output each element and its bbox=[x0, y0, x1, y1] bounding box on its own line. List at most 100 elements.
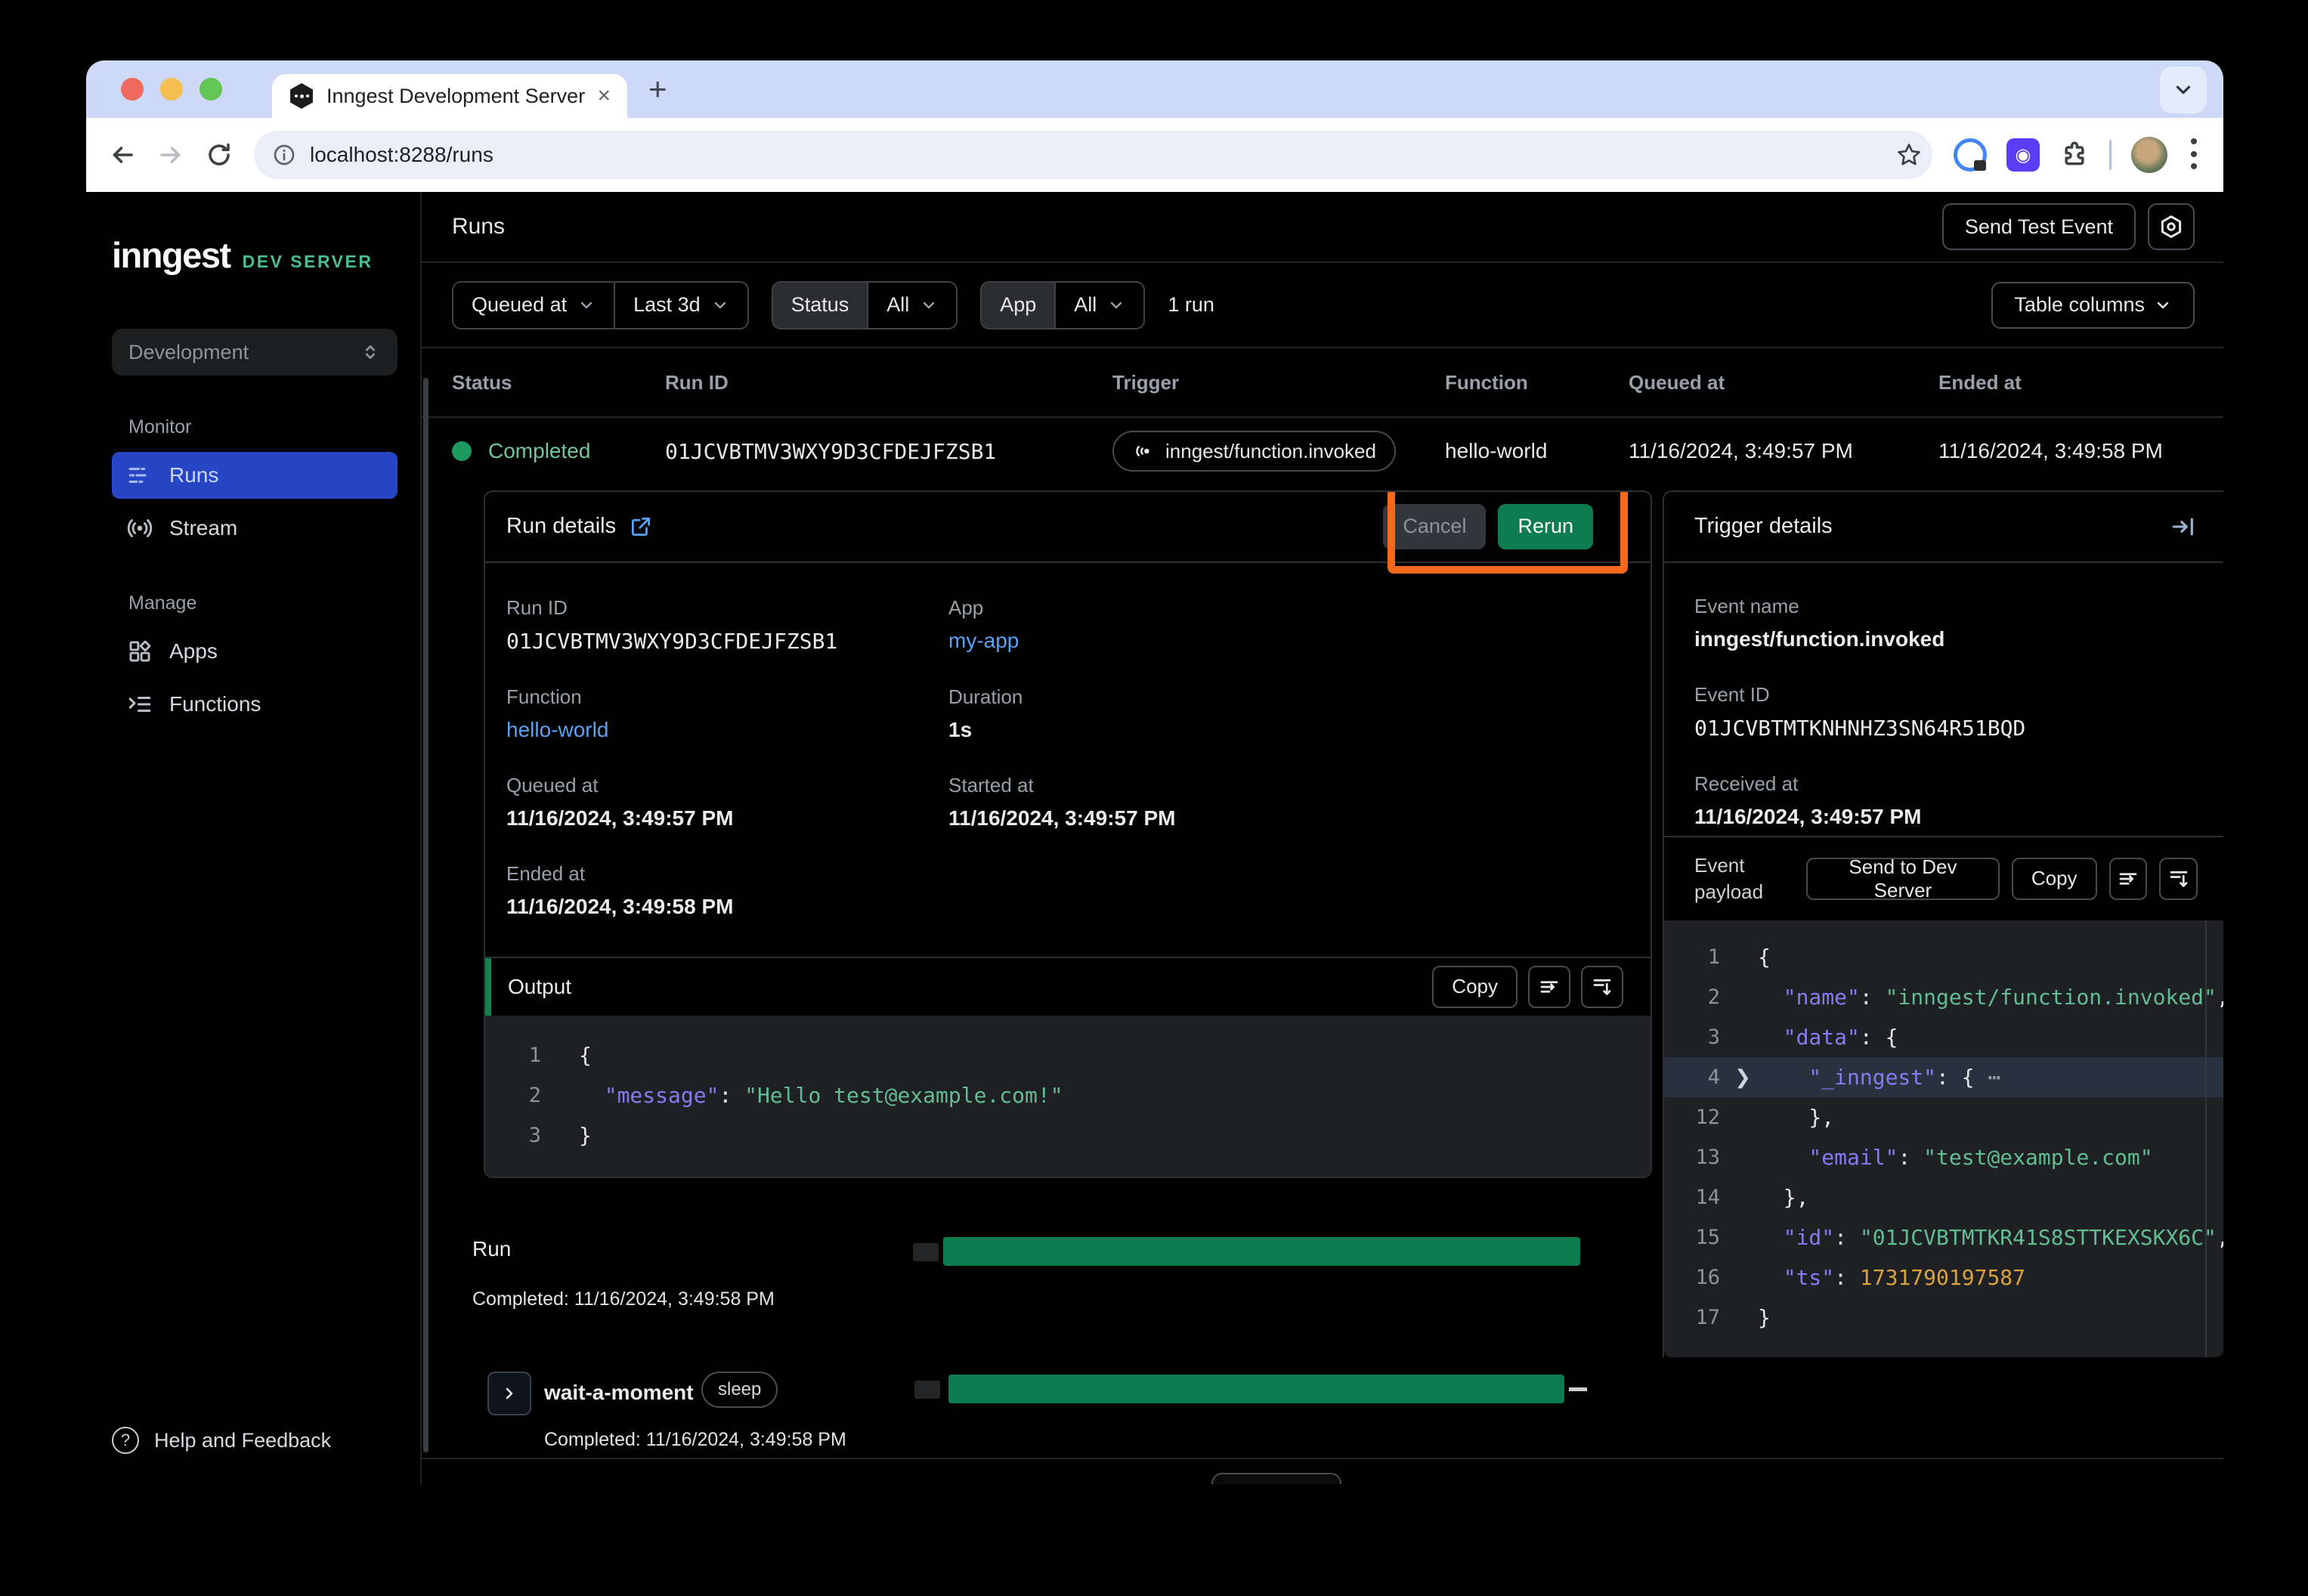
password-manager-extension-icon[interactable] bbox=[1954, 138, 1987, 172]
time-field-value: Queued at bbox=[472, 293, 567, 317]
field-queued-at: Queued at 11/16/2024, 3:49:57 PM bbox=[506, 774, 948, 830]
word-wrap-button[interactable] bbox=[1528, 966, 1570, 1008]
send-to-dev-server-button[interactable]: Send to Dev Server bbox=[1806, 858, 2000, 900]
status-filter[interactable]: Status All bbox=[772, 281, 958, 329]
tab-search-button[interactable] bbox=[2160, 66, 2207, 113]
forward-icon[interactable] bbox=[157, 141, 184, 169]
payload-copy-button[interactable]: Copy bbox=[2012, 858, 2097, 900]
url-bar[interactable]: localhost:8288/runs bbox=[254, 131, 1932, 179]
timeline-step-bar[interactable] bbox=[948, 1375, 1564, 1403]
toolbar-right: ◉ ••• bbox=[1954, 136, 2201, 174]
stream-broadcast-icon bbox=[127, 515, 153, 541]
purple-extension-icon[interactable]: ◉ bbox=[2006, 138, 2040, 172]
clipped-pagination-button[interactable] bbox=[1211, 1473, 1341, 1484]
bookmark-star-icon[interactable] bbox=[1896, 142, 1922, 168]
runs-list-icon bbox=[127, 462, 153, 488]
app-filter[interactable]: App All bbox=[980, 281, 1145, 329]
browser-menu-icon[interactable]: ••• bbox=[2187, 136, 2201, 174]
sidebar-item-functions[interactable]: Functions bbox=[112, 681, 398, 728]
collapse-panel-icon[interactable] bbox=[2170, 514, 2196, 540]
sidebar: inngest DEV SERVER Development Monitor R… bbox=[86, 192, 422, 1484]
output-code-editor[interactable]: 1{2 "message": "Hello test@example.com!"… bbox=[485, 1016, 1651, 1177]
col-function[interactable]: Function bbox=[1445, 371, 1629, 394]
chevron-down-icon bbox=[1107, 296, 1125, 314]
field-label: Duration bbox=[948, 685, 1629, 709]
cancel-button[interactable]: Cancel bbox=[1383, 504, 1486, 549]
sidebar-item-apps[interactable]: Apps bbox=[112, 628, 398, 675]
timeline-run-completed: Completed: 11/16/2024, 3:49:58 PM bbox=[472, 1288, 775, 1310]
trigger-pill[interactable]: inngest/function.invoked bbox=[1112, 431, 1396, 472]
payload-expand-button[interactable] bbox=[2159, 858, 2198, 900]
help-and-feedback[interactable]: ? Help and Feedback bbox=[112, 1427, 331, 1454]
reload-icon[interactable] bbox=[206, 141, 233, 169]
event-pulse-icon bbox=[1132, 440, 1155, 462]
run-details-card: Run details Cancel Rerun Run ID 01 bbox=[484, 490, 1652, 1178]
output-success-accent bbox=[485, 958, 491, 1016]
dev-server-badge: DEV SERVER bbox=[243, 252, 373, 272]
col-status[interactable]: Status bbox=[452, 371, 665, 394]
field-label: Function bbox=[506, 685, 948, 709]
profile-avatar[interactable] bbox=[2131, 137, 2167, 173]
sidebar-item-label: Stream bbox=[169, 516, 237, 540]
time-filter[interactable]: Queued at Last 3d bbox=[452, 281, 749, 329]
output-title: Output bbox=[508, 975, 571, 999]
field-value: 11/16/2024, 3:49:58 PM bbox=[506, 895, 948, 919]
status-filter-label: Status bbox=[773, 283, 868, 328]
time-field-dropdown[interactable]: Queued at bbox=[453, 283, 614, 328]
chevrons-up-down-icon bbox=[360, 342, 381, 363]
browser-toolbar: localhost:8288/runs ◉ ••• bbox=[86, 118, 2223, 192]
close-window-button[interactable] bbox=[121, 78, 144, 101]
timeline-run-bar[interactable] bbox=[943, 1237, 1580, 1266]
field-event-id: Event ID 01JCVBTMTKNHNHZ3SN64R51BQD bbox=[1694, 683, 2193, 741]
new-tab-button[interactable]: + bbox=[648, 71, 667, 107]
chevron-down-icon bbox=[711, 296, 729, 314]
environment-select[interactable]: Development bbox=[112, 329, 398, 376]
rerun-button[interactable]: Rerun bbox=[1498, 504, 1593, 549]
help-label: Help and Feedback bbox=[154, 1429, 331, 1452]
site-info-icon[interactable] bbox=[272, 143, 296, 167]
field-value: 01JCVBTMV3WXY9D3CFDEJFZSB1 bbox=[506, 629, 948, 654]
sidebar-item-stream[interactable]: Stream bbox=[112, 505, 398, 552]
col-trigger[interactable]: Trigger bbox=[1112, 371, 1445, 394]
back-icon[interactable] bbox=[109, 141, 136, 169]
ended-at-cell: 11/16/2024, 3:49:58 PM bbox=[1938, 439, 2223, 463]
event-payload-label: Event payload bbox=[1694, 852, 1794, 905]
field-ended-at: Ended at 11/16/2024, 3:49:58 PM bbox=[506, 862, 948, 919]
table-row[interactable]: Completed 01JCVBTMV3WXY9D3CFDEJFZSB1 inn… bbox=[422, 418, 2223, 484]
send-test-event-button[interactable]: Send Test Event bbox=[1942, 203, 2136, 250]
window-controls bbox=[121, 78, 222, 101]
sidebar-section-manage: Manage bbox=[128, 592, 420, 614]
close-tab-icon[interactable]: × bbox=[597, 85, 611, 107]
sidebar-item-label: Apps bbox=[169, 639, 218, 663]
payload-word-wrap-button[interactable] bbox=[2109, 858, 2148, 900]
time-range-dropdown[interactable]: Last 3d bbox=[614, 283, 747, 328]
field-value: 01JCVBTMTKNHNHZ3SN64R51BQD bbox=[1694, 716, 2193, 741]
col-ended-at[interactable]: Ended at bbox=[1938, 371, 2223, 394]
step-expand-button[interactable] bbox=[487, 1372, 531, 1415]
minimize-window-button[interactable] bbox=[160, 78, 183, 101]
settings-button[interactable] bbox=[2148, 203, 2195, 250]
external-link-icon[interactable] bbox=[630, 515, 652, 538]
chevron-down-icon bbox=[920, 296, 938, 314]
col-run-id[interactable]: Run ID bbox=[665, 371, 1112, 394]
field-app: App my-app bbox=[948, 596, 1629, 654]
page-header: Runs Send Test Event bbox=[422, 192, 2223, 263]
extensions-puzzle-icon[interactable] bbox=[2059, 140, 2090, 170]
function-link[interactable]: hello-world bbox=[506, 718, 948, 742]
sidebar-item-runs[interactable]: Runs bbox=[112, 452, 398, 499]
bottom-bar bbox=[422, 1458, 2223, 1484]
table-columns-button[interactable]: Table columns bbox=[1991, 282, 2195, 329]
zoom-window-button[interactable] bbox=[200, 78, 222, 101]
app-filter-dropdown[interactable]: All bbox=[1054, 283, 1143, 328]
url-text[interactable]: localhost:8288/runs bbox=[310, 143, 1883, 167]
col-queued-at[interactable]: Queued at bbox=[1629, 371, 1938, 394]
browser-tab[interactable]: Inngest Development Server × bbox=[272, 74, 627, 118]
expand-rows-button[interactable] bbox=[1581, 966, 1623, 1008]
browser-tab-strip: Inngest Development Server × + bbox=[86, 60, 2223, 118]
status-filter-dropdown[interactable]: All bbox=[867, 283, 956, 328]
app-link[interactable]: my-app bbox=[948, 629, 1629, 653]
field-label: Run ID bbox=[506, 596, 948, 620]
output-copy-button[interactable]: Copy bbox=[1432, 966, 1518, 1008]
main-content: Runs Send Test Event Queued at Last 3d bbox=[422, 192, 2223, 1484]
event-payload-editor[interactable]: 1{2 "name": "inngest/function.invoked",3… bbox=[1664, 920, 2223, 1357]
